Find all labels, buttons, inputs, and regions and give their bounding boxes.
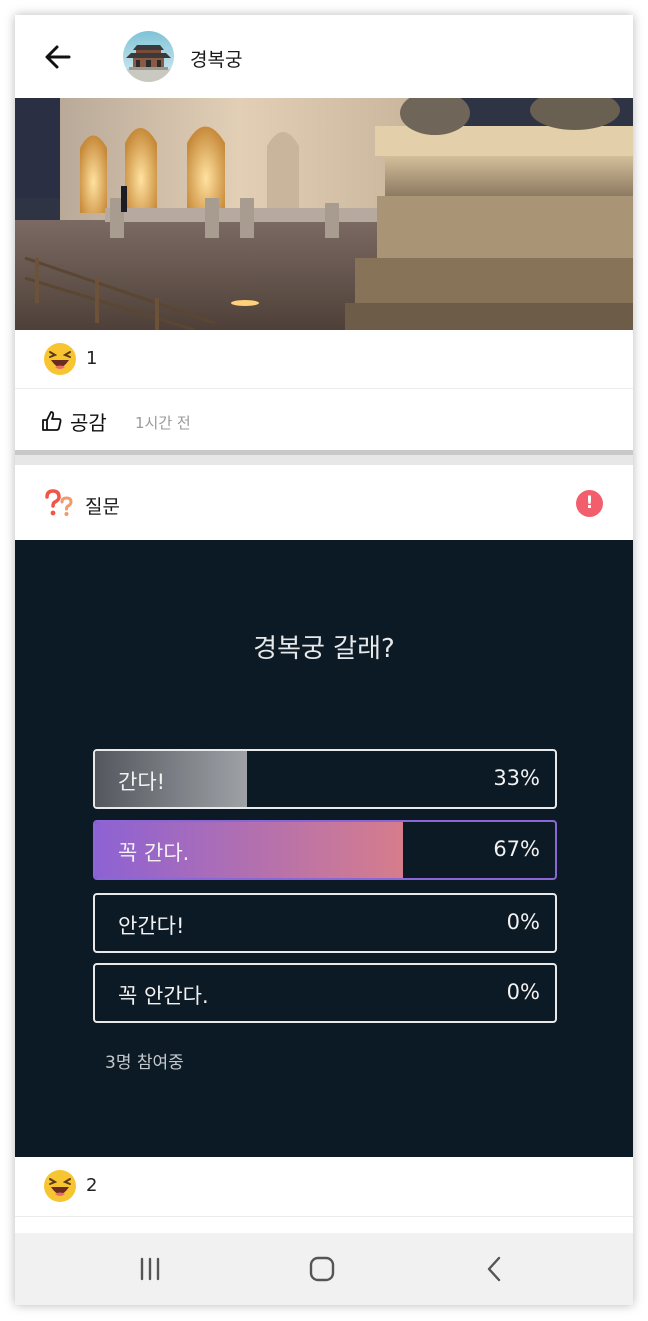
phone-screen: 경복궁 1 공감 1시간 전 질문 ! 경복궁 갈래? 간다! 33% 꼭 간다… bbox=[15, 15, 633, 1305]
thumbs-up-icon[interactable] bbox=[40, 409, 64, 433]
post-reaction-row: 1 bbox=[15, 330, 633, 388]
poll-option-4[interactable]: 꼭 안간다. 0% bbox=[93, 963, 557, 1023]
home-icon[interactable] bbox=[302, 1253, 342, 1285]
post-photo[interactable] bbox=[15, 98, 633, 330]
laughing-face-icon[interactable] bbox=[43, 1169, 77, 1203]
system-navbar bbox=[15, 1233, 633, 1305]
poll-option-percent: 0% bbox=[506, 980, 540, 1004]
arrow-left-icon[interactable] bbox=[40, 39, 76, 75]
page-title: 경복궁 bbox=[190, 49, 243, 71]
like-button[interactable]: 공감 bbox=[70, 407, 107, 436]
poll-option-label: 꼭 안간다. bbox=[118, 984, 209, 1008]
question-header: 질문 ! bbox=[15, 465, 633, 540]
poll-option-label: 안간다! bbox=[118, 914, 185, 938]
top-bar: 경복궁 bbox=[15, 15, 633, 98]
poll-option-1[interactable]: 간다! 33% bbox=[93, 749, 557, 809]
alert-icon[interactable]: ! bbox=[576, 490, 603, 517]
laughing-face-icon[interactable] bbox=[43, 342, 77, 376]
divider bbox=[15, 388, 633, 389]
poll-option-3[interactable]: 안간다! 0% bbox=[93, 893, 557, 953]
recent-apps-icon[interactable] bbox=[130, 1253, 170, 1285]
section-gap bbox=[15, 450, 633, 465]
poll-option-label: 꼭 간다. bbox=[118, 841, 190, 865]
poll-option-percent: 67% bbox=[493, 837, 540, 861]
poll-option-label: 간다! bbox=[118, 770, 166, 794]
divider bbox=[15, 1216, 633, 1217]
post-time: 1시간 전 bbox=[135, 414, 191, 432]
reaction-count: 2 bbox=[86, 1175, 98, 1196]
reaction-count: 1 bbox=[86, 348, 98, 369]
poll-card: 경복궁 갈래? 간다! 33% 꼭 간다. 67% 안간다! 0% 꼭 안간다.… bbox=[15, 540, 633, 1157]
question-reaction-row: 2 bbox=[15, 1157, 633, 1215]
poll-question: 경복궁 갈래? bbox=[253, 634, 395, 664]
nav-back-icon[interactable] bbox=[475, 1253, 515, 1285]
poll-option-percent: 0% bbox=[506, 910, 540, 934]
participant-count: 3명 참여중 bbox=[105, 1053, 184, 1073]
post-action-row: 공감 1시간 전 bbox=[15, 390, 633, 450]
question-mark-icon bbox=[45, 489, 73, 516]
question-label: 질문 bbox=[85, 496, 120, 518]
palace-avatar[interactable] bbox=[123, 31, 174, 82]
poll-option-percent: 33% bbox=[493, 766, 540, 790]
poll-option-2[interactable]: 꼭 간다. 67% bbox=[93, 820, 557, 880]
